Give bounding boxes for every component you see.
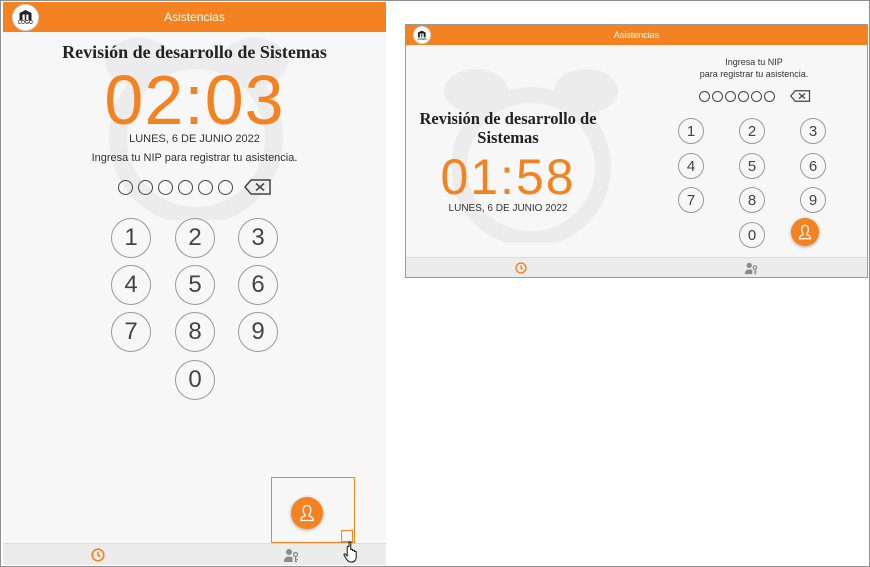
backspace-icon	[790, 90, 811, 102]
logo-label: LOGO	[417, 36, 427, 41]
pin-dot	[712, 90, 723, 102]
pin-indicator	[118, 179, 272, 195]
pin-instruction: Ingresa tu NIP para registrar tu asisten…	[91, 152, 298, 164]
bottom-tab-bar	[406, 257, 867, 277]
pin-dot	[218, 179, 233, 195]
company-logo: LOGO	[413, 26, 431, 44]
keypad-key-6[interactable]: 6	[800, 153, 826, 179]
keypad-key-8[interactable]: 8	[739, 187, 765, 213]
landscape-screen: Asistencias LOGO Ingresa tu NIP para reg…	[405, 24, 868, 278]
keypad-key-7[interactable]: 7	[111, 312, 151, 352]
user-icon	[798, 224, 812, 240]
user-profile-button[interactable]	[291, 497, 323, 529]
keypad-key-2[interactable]: 2	[739, 118, 765, 144]
pin-dot	[118, 179, 133, 195]
header-title: Asistencias	[613, 30, 660, 40]
pin-dot	[138, 179, 153, 195]
pin-dot	[725, 90, 736, 102]
keypad-key-4[interactable]: 4	[678, 153, 704, 179]
user-key-icon	[744, 262, 758, 275]
clock-icon	[515, 262, 527, 274]
hand-pointer-cursor-icon	[343, 541, 357, 563]
backspace-icon	[244, 179, 271, 195]
keypad-key-7[interactable]: 7	[678, 187, 704, 213]
portrait-screen: Asistencias LOGO Revisión de desarrollo …	[3, 2, 386, 565]
logo-label: LOGO	[18, 20, 33, 27]
bottom-tab-bar	[3, 543, 386, 565]
keypad-key-8[interactable]: 8	[175, 312, 215, 352]
clock-display: 02:03	[104, 61, 285, 139]
pin-dot	[158, 179, 173, 195]
clock-tab[interactable]	[515, 262, 527, 274]
keypad-key-6[interactable]: 6	[238, 265, 278, 305]
clock-display: 01:58	[440, 149, 576, 205]
keypad-key-1[interactable]: 1	[111, 218, 151, 258]
backspace-button[interactable]	[244, 179, 272, 195]
pin-dot	[198, 179, 213, 195]
pin-dot	[699, 90, 710, 102]
user-key-icon	[284, 549, 299, 563]
pin-instruction-line-2: para registrar tu asistencia.	[699, 69, 809, 79]
keypad-key-5[interactable]: 5	[739, 153, 765, 179]
keypad-key-4[interactable]: 4	[111, 265, 151, 305]
keypad-key-2[interactable]: 2	[175, 218, 215, 258]
comparison-canvas: Asistencias LOGO Revisión de desarrollo …	[0, 0, 870, 567]
clock-icon	[91, 548, 105, 562]
date-label: LUNES, 6 DE JUNIO 2022	[448, 203, 568, 214]
backspace-button[interactable]	[790, 90, 811, 102]
event-title: Revisión de desarrollo de Sistemas	[419, 109, 597, 147]
keypad-key-9[interactable]: 9	[238, 312, 278, 352]
pin-dot	[178, 179, 193, 195]
user-icon	[300, 504, 314, 522]
keypad-key-3[interactable]: 3	[800, 118, 826, 144]
keypad-key-0[interactable]: 0	[739, 222, 765, 248]
date-label: LUNES, 6 DE JUNIO 2022	[129, 133, 260, 145]
company-logo: LOGO	[12, 4, 39, 31]
pin-indicator	[699, 90, 811, 102]
user-admin-tab[interactable]	[283, 547, 299, 563]
user-admin-tab[interactable]	[744, 261, 758, 275]
keypad-key-9[interactable]: 9	[800, 187, 826, 213]
pin-dot	[764, 90, 775, 102]
header-bar: Asistencias	[406, 25, 867, 45]
pin-dot	[751, 90, 762, 102]
pin-dot	[738, 90, 749, 102]
pin-instruction-line-1: Ingresa tu NIP	[725, 57, 783, 67]
header-bar: Asistencias	[3, 2, 386, 32]
user-profile-button[interactable]	[791, 218, 819, 246]
header-title: Asistencias	[164, 10, 225, 24]
keypad-key-1[interactable]: 1	[678, 118, 704, 144]
clock-tab[interactable]	[91, 548, 105, 562]
keypad-key-5[interactable]: 5	[175, 265, 215, 305]
keypad-key-3[interactable]: 3	[238, 218, 278, 258]
keypad-key-0[interactable]: 0	[175, 360, 215, 400]
